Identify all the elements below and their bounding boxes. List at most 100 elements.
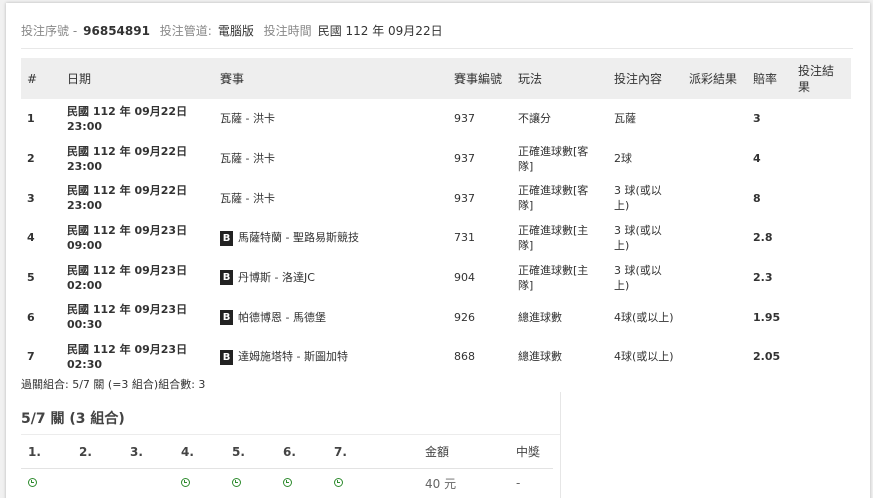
row-payout <box>683 99 747 139</box>
combo-column-header: 5. <box>232 444 245 459</box>
combo-table-header: 1. 2. 3. 4. 5. 6. 7. 金額 中獎 <box>21 436 553 468</box>
row-date-day: 民國 112 年 09月23日 <box>67 303 188 317</box>
row-match: 瓦薩 - 洪卡 <box>214 178 448 218</box>
clock-icon <box>283 478 292 488</box>
header-divider <box>21 48 853 49</box>
row-code: 868 <box>454 350 475 364</box>
serial-value: 96854891 <box>83 24 150 38</box>
row-pick: 3 球(或以上) <box>614 263 662 292</box>
time-value: 民國 112 年 09月22日 <box>317 24 443 38</box>
row-odds: 1.95 <box>753 310 781 324</box>
row-number: 5 <box>27 271 35 285</box>
clock-icon <box>232 478 241 488</box>
leg-6-status <box>276 467 327 498</box>
leg-7-status <box>327 467 418 498</box>
combo-column-header: 4. <box>181 444 194 459</box>
channel-value: 電腦版 <box>217 24 254 38</box>
combo-amount: 40 元 <box>418 467 509 498</box>
row-code: 731 <box>454 231 475 245</box>
row-payout <box>683 178 747 218</box>
row-code: 937 <box>454 191 475 205</box>
bet-row: 2 民國 112 年 09月22日 23:00 瓦薩 - 洪卡 937 正確進球數[客隊]… <box>21 139 851 179</box>
row-result <box>792 337 851 377</box>
b-badge: B <box>220 310 233 326</box>
clock-icon <box>181 478 190 488</box>
bet-header: 投注序號 - 96854891 投注管道: 電腦版 投注時間 民國 112 年 09月… <box>21 22 449 39</box>
row-pick: 3 球(或以上) <box>614 223 662 252</box>
leg-4-status <box>174 467 225 498</box>
row-match-name: 瓦薩 - 洪卡 <box>220 112 275 126</box>
row-result <box>792 297 851 337</box>
combo-row: 40 元 - <box>21 467 553 498</box>
bet-row: 4 民國 112 年 09月23日 09:00 B 馬薩特蘭 - 聖路易斯競技 731 正確… <box>21 218 851 258</box>
bets-table: # 日期 賽事 賽事編號 玩法 投注內容 派彩結果 賠率 投注結果 1 民國 112 年 09月2… <box>21 58 851 377</box>
row-date-time: 09:00 <box>67 238 103 252</box>
row-pick: 4球(或以上) <box>614 350 674 364</box>
column-header: 日期 <box>61 58 214 99</box>
row-date: 民國 112 年 09月23日 09:00 <box>61 218 214 258</box>
row-play: 正確進球數[主隊] <box>518 223 589 252</box>
row-date-time: 00:30 <box>67 318 103 332</box>
row-code: 937 <box>454 112 475 126</box>
row-result <box>792 139 851 179</box>
row-match: B 帕德博恩 - 馬德堡 <box>214 297 448 337</box>
combo-column-header: 中獎 <box>516 445 541 460</box>
bet-row: 5 民國 112 年 09月23日 02:00 B 丹博斯 - 洛達JC 904 正確進球數… <box>21 258 851 298</box>
combo-win: - <box>509 467 553 498</box>
row-play: 正確進球數[客隊] <box>518 144 589 173</box>
combo-panel: 5/7 關 (3 組合) 1. 2. 3. 4. 5. 6. 7. 金額 中獎 40 元 - <box>21 392 561 498</box>
column-header: 玩法 <box>512 58 608 99</box>
combo-column-header: 金額 <box>425 445 450 460</box>
time-label: 投注時間 <box>263 24 312 38</box>
row-odds: 2.05 <box>753 350 781 364</box>
row-date: 民國 112 年 09月22日 23:00 <box>61 139 214 179</box>
row-odds: 2.3 <box>753 271 773 285</box>
row-date-time: 23:00 <box>67 119 103 133</box>
row-match: B 丹博斯 - 洛達JC <box>214 258 448 298</box>
row-play: 總進球數 <box>518 350 562 364</box>
row-payout <box>683 297 747 337</box>
row-date: 民國 112 年 09月23日 02:00 <box>61 258 214 298</box>
row-date: 民國 112 年 09月23日 02:30 <box>61 337 214 377</box>
row-date-day: 民國 112 年 09月22日 <box>67 184 188 198</box>
row-odds: 3 <box>753 112 761 126</box>
row-date: 民國 112 年 09月22日 23:00 <box>61 178 214 218</box>
row-play: 正確進球數[客隊] <box>518 184 589 213</box>
row-date-day: 民國 112 年 09月22日 <box>67 104 188 118</box>
row-number: 7 <box>27 350 35 364</box>
row-pick: 瓦薩 <box>614 112 636 126</box>
combo-column-header: 7. <box>334 444 347 459</box>
row-number: 1 <box>27 112 35 126</box>
bet-row: 6 民國 112 年 09月23日 00:30 B 帕德博恩 - 馬德堡 926 總進球數 4… <box>21 297 851 337</box>
row-number: 3 <box>27 191 35 205</box>
b-badge: B <box>220 349 233 365</box>
row-result <box>792 218 851 258</box>
combo-table: 1. 2. 3. 4. 5. 6. 7. 金額 中獎 40 元 - <box>21 436 553 498</box>
combo-column-header: 3. <box>130 444 143 459</box>
column-header: 賽事 <box>214 58 448 99</box>
row-code: 926 <box>454 310 475 324</box>
combo-column-header: 6. <box>283 444 296 459</box>
leg-1-status <box>21 467 72 498</box>
row-play: 不讓分 <box>518 112 551 126</box>
row-match-name: 馬薩特蘭 - 聖路易斯競技 <box>238 231 359 245</box>
column-header: 投注內容 <box>608 58 683 99</box>
row-number: 4 <box>27 231 35 245</box>
row-odds: 4 <box>753 152 761 166</box>
row-payout <box>683 337 747 377</box>
channel-label: 投注管道: <box>159 24 212 38</box>
serial-label: 投注序號 - <box>21 24 78 38</box>
row-date-day: 民國 112 年 09月23日 <box>67 223 188 237</box>
row-match-name: 瓦薩 - 洪卡 <box>220 152 275 166</box>
row-match: B 馬薩特蘭 - 聖路易斯競技 <box>214 218 448 258</box>
clock-icon <box>334 478 343 488</box>
row-odds: 8 <box>753 191 761 205</box>
row-pick: 3 球(或以上) <box>614 184 662 213</box>
row-pick: 4球(或以上) <box>614 310 674 324</box>
combo-column-header: 1. <box>28 444 41 459</box>
column-header: 派彩結果 <box>683 58 747 99</box>
leg-3-status <box>123 467 174 498</box>
row-date-day: 民國 112 年 09月22日 <box>67 144 188 158</box>
column-header: 賽事編號 <box>448 58 512 99</box>
row-date-day: 民國 112 年 09月23日 <box>67 342 188 356</box>
